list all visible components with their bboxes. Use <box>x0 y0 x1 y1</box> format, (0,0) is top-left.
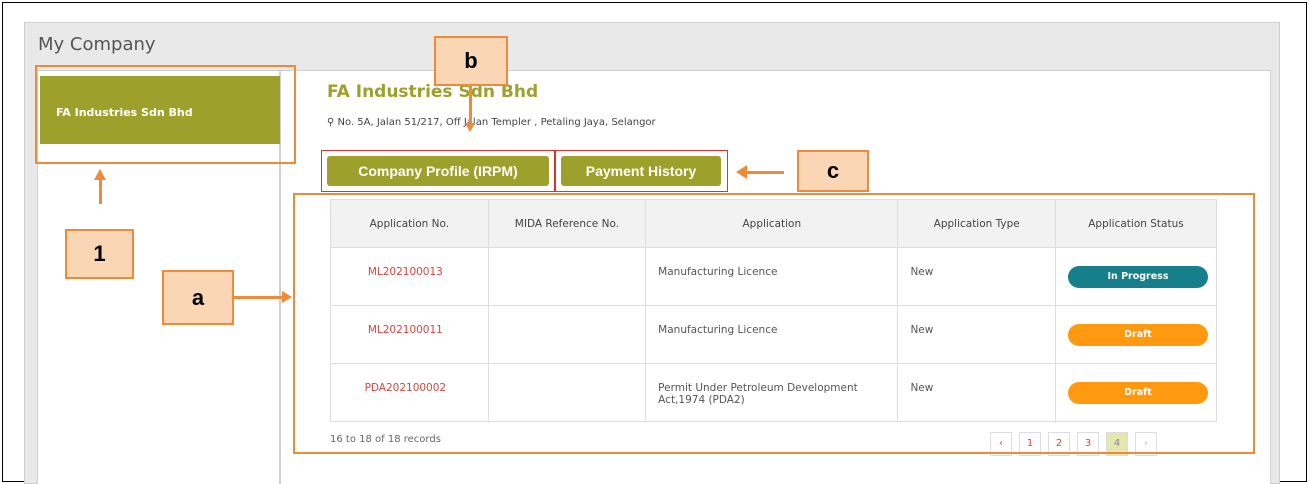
annotation-arrow-a <box>234 296 282 299</box>
annotation-arrowhead-1 <box>94 169 106 180</box>
annotation-arrow-c <box>746 171 784 174</box>
panel-title: My Company <box>38 34 156 55</box>
address-text: No. 5A, Jalan 51/217, Off Jalan Templer … <box>337 117 656 128</box>
annotation-box-1 <box>35 65 296 164</box>
annotation-arrow-b <box>469 86 472 126</box>
annotation-label-1: 1 <box>65 229 134 279</box>
annotation-box-a <box>293 193 1255 454</box>
annotation-arrowhead-a <box>282 291 292 303</box>
annotation-label-a: a <box>162 270 234 325</box>
annotation-label-c: c <box>797 150 869 192</box>
location-pin-icon: ⚲ <box>327 117 335 128</box>
annotation-arrowhead-b <box>465 123 475 132</box>
company-address: ⚲ No. 5A, Jalan 51/217, Off Jalan Temple… <box>327 117 656 128</box>
annotation-label-b: b <box>434 36 508 86</box>
payment-button-highlight <box>555 150 728 192</box>
annotation-arrow-1 <box>99 180 102 204</box>
profile-button-highlight <box>321 150 555 192</box>
